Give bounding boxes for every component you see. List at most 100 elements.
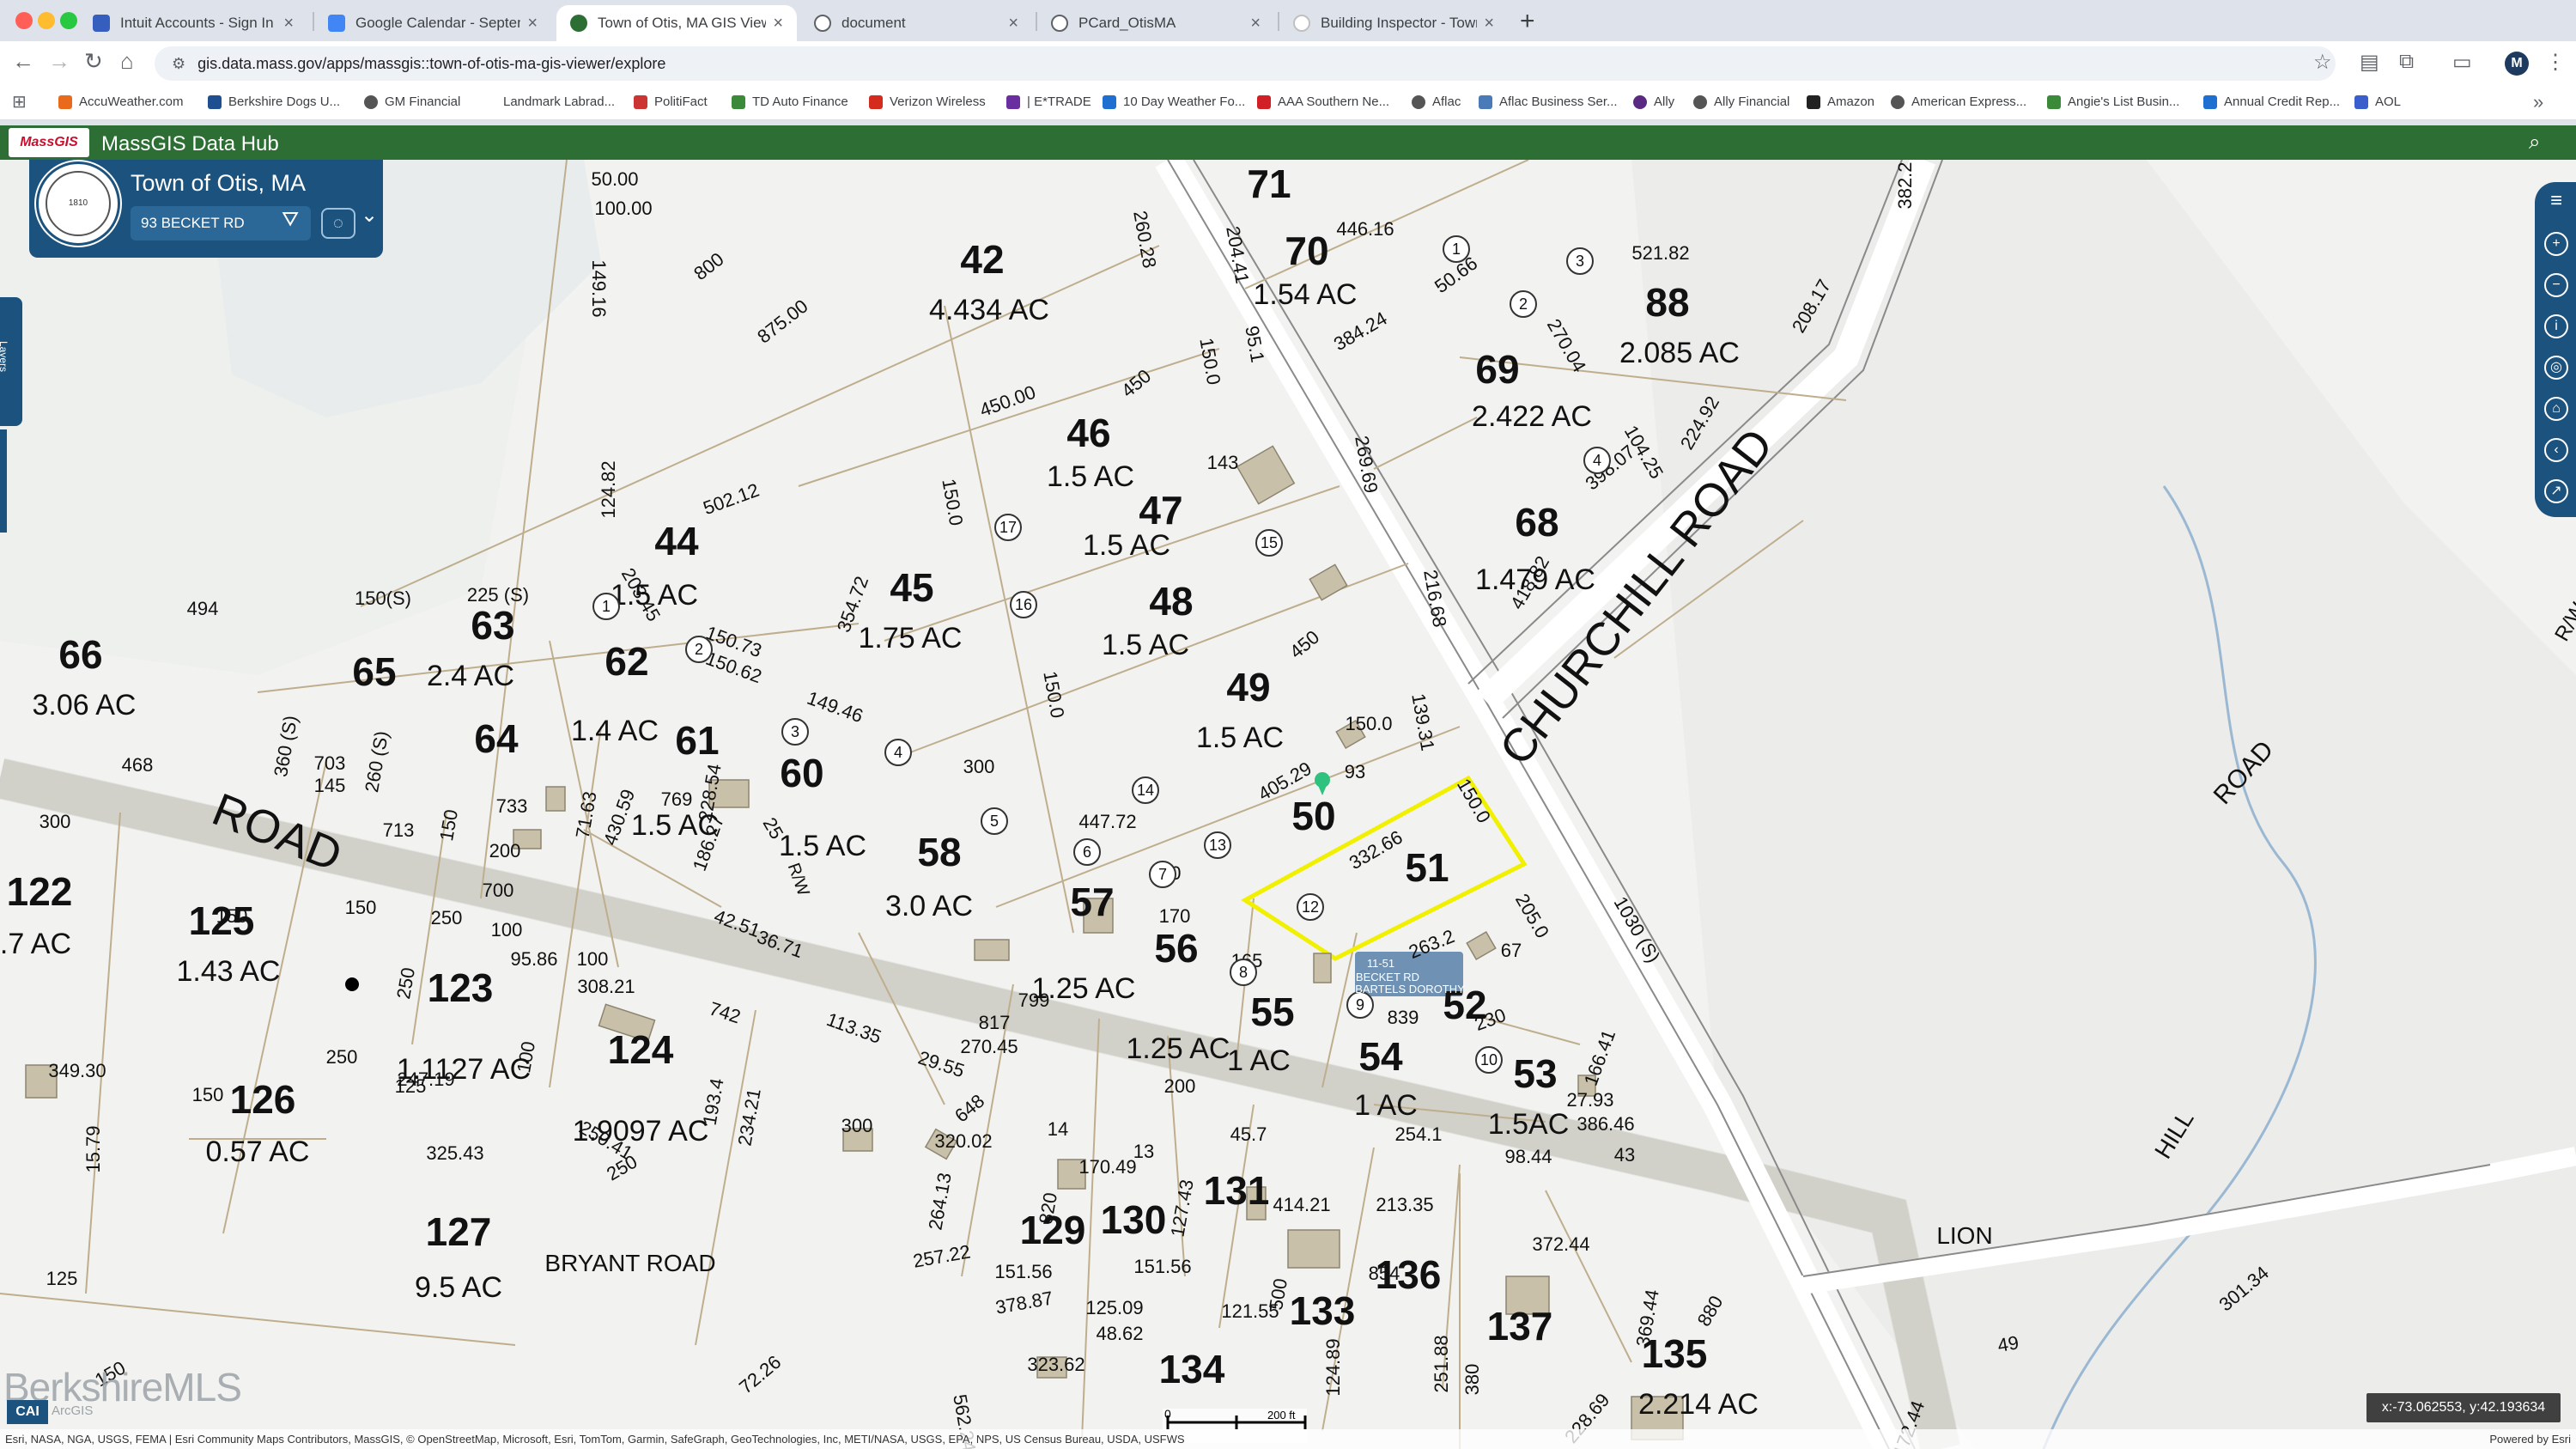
info-icon[interactable]: i <box>2544 314 2568 338</box>
maximize-window-button[interactable] <box>60 12 77 29</box>
bookmark-item[interactable]: Landmark Labrad... <box>503 94 615 109</box>
tab-document[interactable]: document × <box>800 5 1032 41</box>
reading-list-icon[interactable]: ▤ <box>2360 50 2379 75</box>
tab-google-calendar[interactable]: Google Calendar - September × <box>314 5 551 41</box>
close-tab-icon[interactable]: × <box>773 14 783 33</box>
parcel-id-55: 55 <box>1250 989 1294 1034</box>
dimension-label: 308.21 <box>577 976 635 997</box>
town-panel: 1810 Town of Otis, MA 93 BECKET RD ⛛ ◌ ⌄ <box>29 160 383 258</box>
more-bookmarks-icon[interactable]: » <box>2533 91 2543 113</box>
cast-icon[interactable]: ▭ <box>2452 50 2472 75</box>
close-window-button[interactable] <box>15 12 33 29</box>
map-view[interactable]: 71 70 1.54 AC 42 4.434 AC 88 2.085 AC 69 2.422 A… <box>0 160 2576 1449</box>
lasso-select-icon[interactable]: ◌ <box>321 208 355 239</box>
parcel-area-48: 1.5 AC <box>1102 629 1189 661</box>
app-title: MassGIS Data Hub <box>101 132 279 155</box>
bookmark-item[interactable]: Ally <box>1633 94 1674 109</box>
lot-number-label: 2 <box>1519 295 1528 313</box>
dimension-label: 100 <box>577 948 609 970</box>
dimension-label: 446.16 <box>1336 218 1394 240</box>
bookmark-star-icon[interactable]: ☆ <box>2313 50 2332 75</box>
profile-avatar[interactable]: M <box>2505 52 2529 76</box>
dimension-label: 213.35 <box>1376 1194 1433 1215</box>
zoom-in-icon[interactable]: + <box>2544 232 2568 256</box>
back-arrow-icon[interactable]: ← <box>12 48 34 75</box>
bookmark-item[interactable]: GM Financial <box>364 94 460 109</box>
close-tab-icon[interactable]: × <box>1008 14 1018 33</box>
dimension-label: 124.82 <box>598 460 619 518</box>
bookmark-item[interactable]: | E*TRADE <box>1006 94 1091 109</box>
weather-icon <box>1103 94 1116 109</box>
parcel-map[interactable]: 71701.54 AC424.434 AC 882.085 AC692.422 A… <box>0 160 2576 1449</box>
bookmark-item[interactable]: AccuWeather.com <box>58 94 183 109</box>
close-tab-icon[interactable]: × <box>527 14 538 33</box>
powered-by-esri-link[interactable]: Powered by Esri <box>2489 1429 2571 1449</box>
parcel-id-123: 123 <box>428 965 494 1010</box>
zoom-out-icon[interactable]: − <box>2544 273 2568 297</box>
extensions-icon[interactable]: ⧉ <box>2399 50 2414 74</box>
bookmark-item[interactable]: Annual Credit Rep... <box>2203 94 2340 109</box>
parcel-area-56: 1.25 AC <box>1127 1032 1230 1065</box>
bookmark-item[interactable]: 10 Day Weather Fo... <box>1103 94 1245 109</box>
site-info-icon[interactable]: ⚙ <box>172 55 185 73</box>
bookmark-item[interactable]: Aflac <box>1412 94 1461 109</box>
tab-intuit[interactable]: Intuit Accounts - Sign In × <box>79 5 307 41</box>
massgis-logo[interactable]: MassGIS <box>9 128 89 157</box>
expand-panel-icon[interactable]: ⌄ <box>361 203 378 228</box>
menu-kebab-icon[interactable]: ⋮ <box>2545 50 2566 75</box>
bookmark-item[interactable]: Berkshire Dogs U... <box>208 94 340 109</box>
parcel-area-54: 1 AC <box>1354 1089 1418 1122</box>
minimize-window-button[interactable] <box>38 12 55 29</box>
dimension-label: 703 <box>314 752 346 774</box>
close-tab-icon[interactable]: × <box>1484 14 1494 33</box>
layers-tab[interactable]: Layers <box>0 297 22 426</box>
tab-building-inspector[interactable]: Building Inspector - Town of × <box>1279 5 1508 41</box>
bookmark-item[interactable]: AOL <box>2354 94 2401 109</box>
home-extent-icon[interactable]: ⌂ <box>2544 397 2568 421</box>
url-text: gis.data.mass.gov/apps/massgis::town-of-… <box>197 54 666 72</box>
dimension-label: 149.16 <box>588 259 610 317</box>
dimension-label: 300 <box>841 1115 873 1136</box>
dimension-label: 468 <box>122 754 154 776</box>
bookmark-item[interactable]: Ally Financial <box>1693 94 1789 109</box>
filter-icon[interactable]: ⛛ <box>282 208 299 232</box>
bookmark-item[interactable]: Aflac Business Ser... <box>1479 94 1618 109</box>
apps-grid-icon[interactable]: ⊞ <box>12 91 27 113</box>
bookmark-item[interactable]: Angie's List Busin... <box>2047 94 2179 109</box>
close-tab-icon[interactable]: × <box>283 14 294 33</box>
dimension-label: 150.0 <box>1345 713 1392 734</box>
popup-street: BECKET RD <box>1356 971 1419 983</box>
side-panel-handle[interactable] <box>0 429 7 533</box>
forward-arrow-icon[interactable]: → <box>48 48 70 75</box>
bookmark-item[interactable]: Amazon <box>1807 94 1874 109</box>
dimension-label: 382.2 <box>1894 161 1916 209</box>
reload-icon[interactable]: ↻ <box>84 48 103 75</box>
bookmark-item[interactable]: AAA Southern Ne... <box>1257 94 1389 109</box>
parcel-id-134: 134 <box>1159 1347 1225 1391</box>
dimension-label: 98.44 <box>1504 1146 1552 1167</box>
lot-number-label: 17 <box>999 519 1017 536</box>
dimension-label: 733 <box>496 795 528 817</box>
home-icon[interactable]: ⌂ <box>120 48 134 75</box>
share-icon[interactable]: ↗ <box>2544 479 2568 503</box>
hamburger-menu-icon[interactable]: ≡ <box>2544 191 2568 215</box>
tab-pcard[interactable]: PCard_OtisMA × <box>1037 5 1274 41</box>
parcel-id-122: 122 <box>7 869 73 914</box>
locate-icon[interactable]: ◎ <box>2544 356 2568 380</box>
collapse-icon[interactable]: ‹ <box>2544 438 2568 462</box>
bookmark-item[interactable]: PolitiFact <box>634 94 708 109</box>
parcel-area-53: 1.5AC <box>1488 1108 1570 1141</box>
dimension-label: 143 <box>1207 452 1239 473</box>
tab-otis-gis-viewer[interactable]: Town of Otis, MA GIS Viewer × <box>556 5 797 41</box>
close-tab-icon[interactable]: × <box>1250 14 1261 33</box>
parcel-area-49: 1.5 AC <box>1196 721 1284 754</box>
address-bar[interactable]: ⚙ gis.data.mass.gov/apps/massgis::town-o… <box>155 46 2336 81</box>
new-tab-button[interactable]: + <box>1520 7 1535 36</box>
aol-icon <box>2354 94 2368 109</box>
search-icon[interactable]: ⌕ <box>2529 131 2540 155</box>
bookmark-item[interactable]: American Express... <box>1891 94 2026 109</box>
scale-bar: 0 200 ft <box>1163 1391 1307 1426</box>
bookmark-item[interactable]: TD Auto Finance <box>732 94 848 109</box>
dimension-label: 125 <box>46 1268 78 1289</box>
bookmark-item[interactable]: Verizon Wireless <box>869 94 986 109</box>
